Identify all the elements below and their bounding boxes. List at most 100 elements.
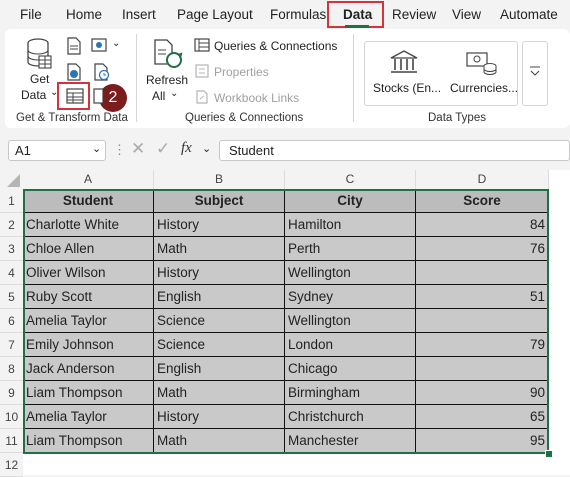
table-header-cell[interactable]: Score [416,189,549,213]
database-icon[interactable] [26,38,52,73]
tab-formulas[interactable]: Formulas [270,7,326,22]
row-header[interactable]: 9 [0,381,23,405]
table-cell[interactable]: Emily Johnson [23,333,154,357]
table-cell[interactable]: Hamilton [285,213,416,237]
get-data-label-2[interactable]: Data [21,88,46,102]
tab-view[interactable]: View [452,7,481,22]
table-header-cell[interactable]: Student [23,189,154,213]
chevron-down-icon[interactable]: ⌄ [202,142,211,155]
table-cell[interactable]: Sydney [285,285,416,309]
table-cell[interactable]: Math [154,237,285,261]
table-cell[interactable]: Chicago [285,357,416,381]
table-cell[interactable]: Birmingham [285,381,416,405]
table-cell[interactable] [416,357,549,381]
existing-connections-icon[interactable] [93,88,104,107]
table-cell[interactable]: 90 [416,381,549,405]
queries-connections-button[interactable]: Queries & Connections [214,39,337,53]
row-header[interactable]: 6 [0,309,23,333]
table-cell[interactable]: 84 [416,213,549,237]
table-cell[interactable]: Wellington [285,261,416,285]
table-cell[interactable]: Wellington [285,309,416,333]
table-cell[interactable]: Charlotte White [23,213,154,237]
tab-file[interactable]: File [20,7,42,22]
row-header[interactable]: 10 [0,405,23,429]
from-picture-icon[interactable] [91,37,111,56]
tab-home[interactable]: Home [66,7,102,22]
tab-automate[interactable]: Automate [500,7,558,22]
table-cell[interactable] [416,261,549,285]
table-cell[interactable]: English [154,357,285,381]
column-header[interactable]: C [285,170,416,189]
queries-connections-icon[interactable] [194,38,210,55]
table-cell[interactable]: Amelia Taylor [23,405,154,429]
tab-review[interactable]: Review [392,7,436,22]
chevron-down-icon[interactable]: ⌄ [112,38,120,49]
currencies-button[interactable]: Currencies... [450,81,518,95]
formula-input[interactable]: Student [219,140,570,161]
table-cell[interactable]: Ruby Scott [23,285,154,309]
currencies-icon[interactable] [466,49,498,80]
table-header-cell[interactable]: City [285,189,416,213]
row-header[interactable]: 8 [0,357,23,381]
row-header[interactable]: 3 [0,237,23,261]
from-web-icon[interactable] [66,63,82,84]
cancel-icon[interactable]: ✕ [131,139,145,159]
table-cell[interactable]: Liam Thompson [23,429,154,453]
table-cell[interactable]: Math [154,429,285,453]
refresh-all-icon[interactable] [152,38,184,73]
table-cell[interactable]: 95 [416,429,549,453]
table-cell[interactable]: 76 [416,237,549,261]
row-header[interactable]: 11 [0,429,23,453]
table-cell[interactable] [416,309,549,333]
fill-handle[interactable] [545,450,553,458]
table-cell[interactable]: History [154,405,285,429]
table-cell[interactable]: Christchurch [285,405,416,429]
table-cell[interactable]: Oliver Wilson [23,261,154,285]
column-header[interactable]: A [23,170,154,189]
workbook-links-icon [195,90,209,107]
select-all-corner[interactable] [0,170,23,189]
tab-insert[interactable]: Insert [122,7,156,22]
row-header[interactable]: 2 [0,213,23,237]
data-types-more-button[interactable] [522,41,548,106]
row-header[interactable]: 4 [0,261,23,285]
enter-icon[interactable]: ✓ [156,139,170,159]
row-header[interactable]: 5 [0,285,23,309]
tab-page-layout[interactable]: Page Layout [177,7,253,22]
table-cell[interactable]: History [154,261,285,285]
chevron-down-icon[interactable]: ⌄ [92,142,101,155]
table-cell[interactable]: Jack Anderson [23,357,154,381]
refresh-all-label-1[interactable]: Refresh [146,73,188,87]
table-cell[interactable]: Science [154,333,285,357]
table-cell[interactable]: Liam Thompson [23,381,154,405]
more-icon [530,66,540,76]
from-table-highlight [57,82,90,110]
table-cell[interactable]: English [154,285,285,309]
table-cell[interactable]: Chloe Allen [23,237,154,261]
refresh-all-label-2[interactable]: All [152,89,165,103]
table-cell[interactable]: Math [154,381,285,405]
row-header[interactable]: 7 [0,333,23,357]
table-cell[interactable]: 51 [416,285,549,309]
table-cell[interactable]: Manchester [285,429,416,453]
table-cell[interactable]: 65 [416,405,549,429]
column-header[interactable]: D [416,170,549,189]
recent-sources-icon[interactable] [93,63,111,84]
table-header-cell[interactable]: Subject [154,189,285,213]
row-header[interactable]: 12 [0,453,23,477]
stocks-icon[interactable] [389,49,419,78]
row-header[interactable]: 1 [0,189,23,213]
table-cell[interactable]: History [154,213,285,237]
chevron-down-icon[interactable]: ⌄ [170,88,178,99]
table-cell[interactable]: 79 [416,333,549,357]
get-data-label-1[interactable]: Get [30,72,49,86]
column-header[interactable]: B [154,170,285,189]
table-cell[interactable]: London [285,333,416,357]
from-text-csv-icon[interactable] [66,37,82,58]
table-cell[interactable]: Perth [285,237,416,261]
insert-function-icon[interactable]: fx [181,140,192,157]
properties-button: Properties [214,65,269,79]
table-cell[interactable]: Science [154,309,285,333]
table-cell[interactable]: Amelia Taylor [23,309,154,333]
stocks-button[interactable]: Stocks (En... [373,81,441,95]
